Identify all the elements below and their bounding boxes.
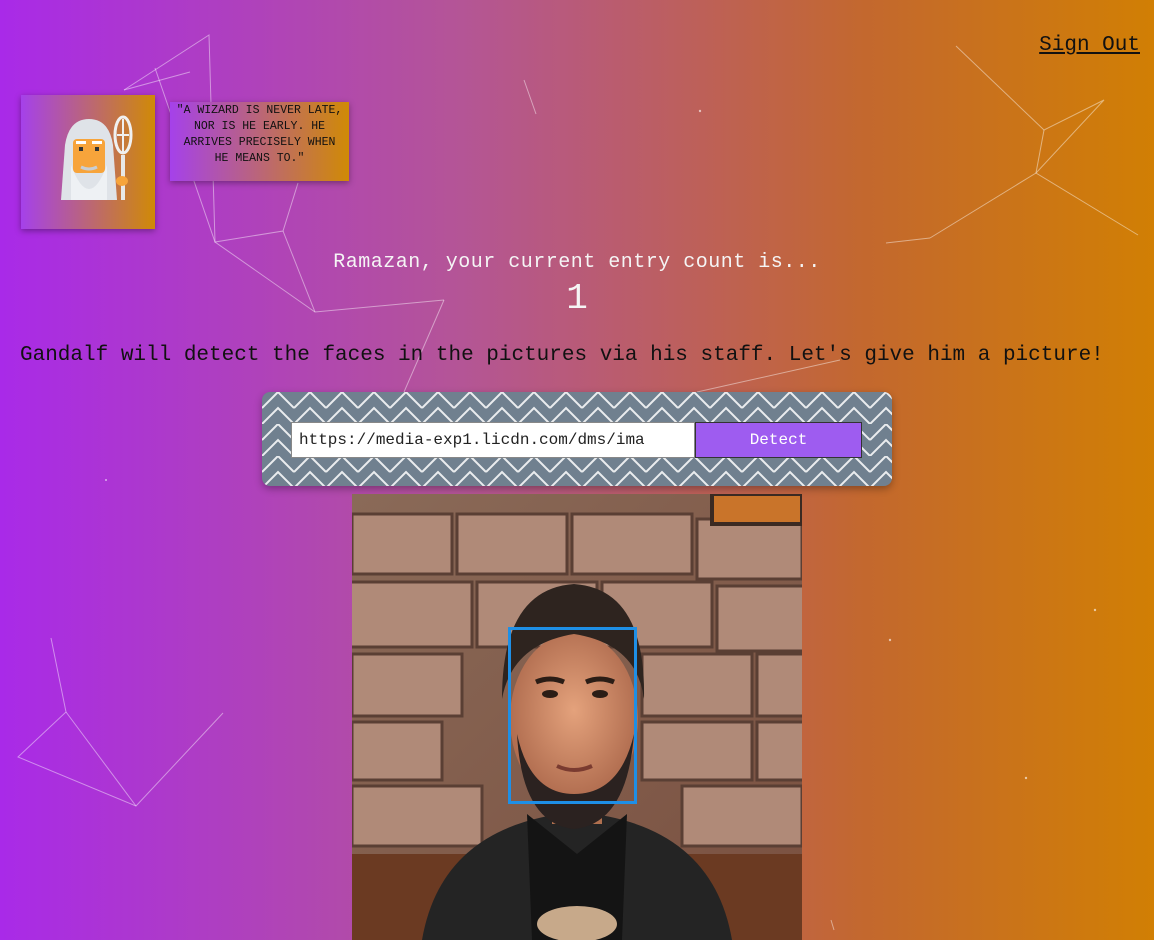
quote-card: "A WIZARD IS NEVER LATE, NOR IS HE EARLY… xyxy=(170,102,349,181)
instruction-text: Gandalf will detect the faces in the pic… xyxy=(20,344,1104,367)
image-link-form: Detect xyxy=(262,392,892,486)
logo-card xyxy=(21,95,155,229)
detect-button[interactable]: Detect xyxy=(695,422,862,458)
wizard-icon xyxy=(61,115,133,200)
sign-out-link[interactable]: Sign Out xyxy=(1039,34,1140,57)
input-photo xyxy=(352,494,802,940)
entry-count-value: 1 xyxy=(566,278,588,319)
entry-count-greeting: Ramazan, your current entry count is... xyxy=(333,251,821,274)
face-bounding-box xyxy=(508,627,637,804)
image-url-input[interactable] xyxy=(291,422,695,458)
